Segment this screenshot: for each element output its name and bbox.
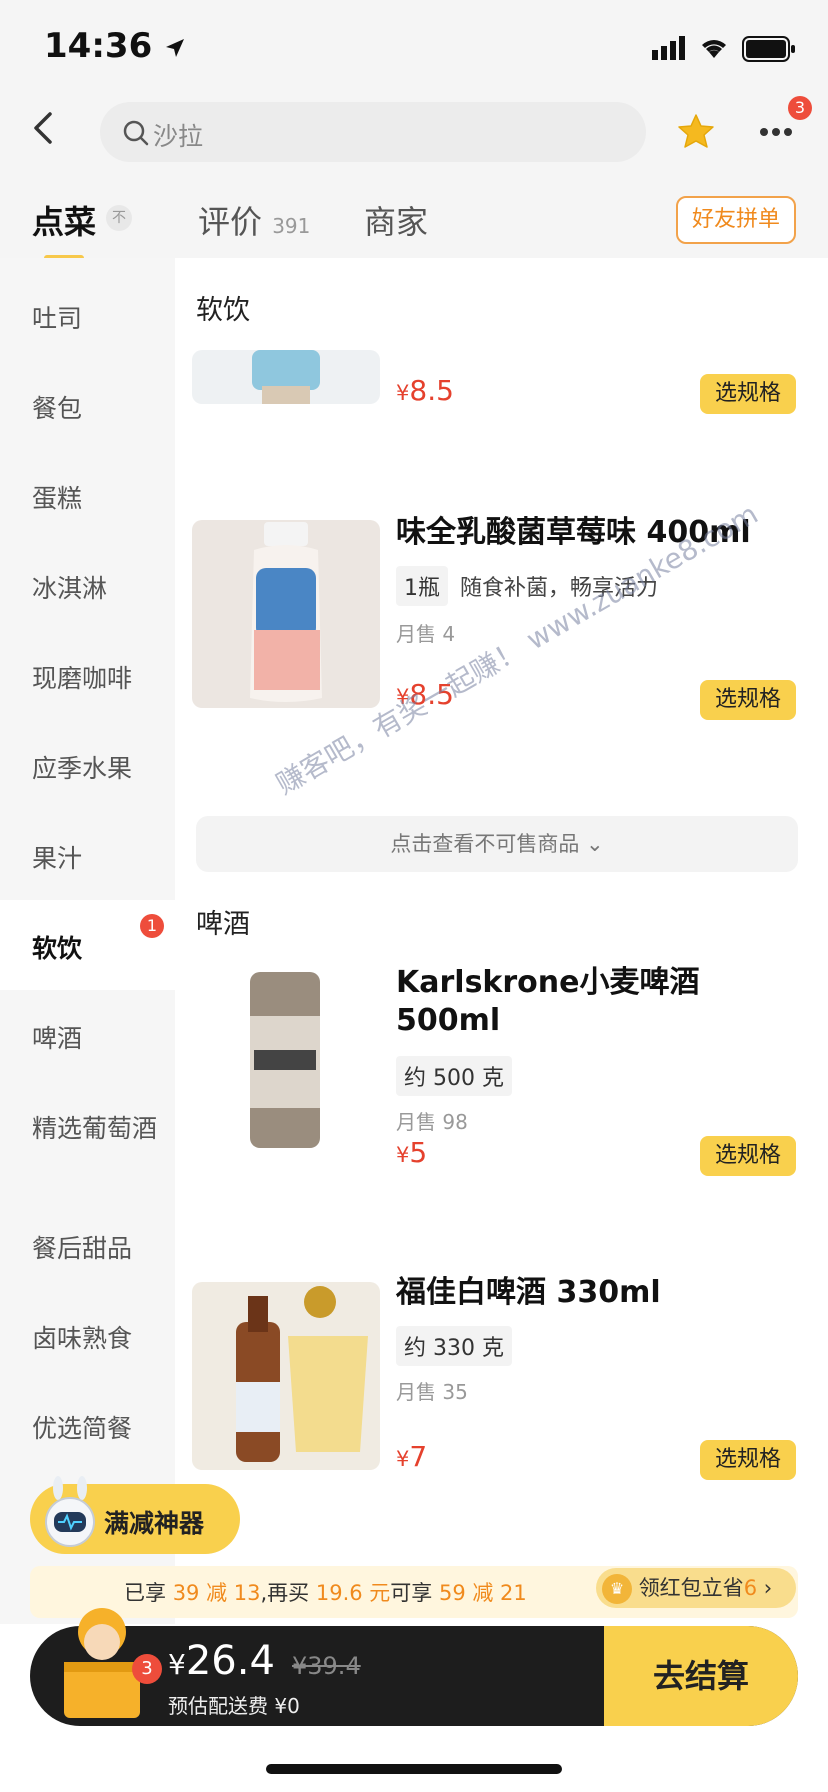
battery-icon xyxy=(742,36,796,66)
product-image[interactable] xyxy=(192,350,380,404)
search-icon xyxy=(122,119,150,151)
tab-order[interactable]: 点菜 xyxy=(32,197,96,243)
product-price: ¥8.5 xyxy=(396,374,454,407)
chevron-right-icon: › xyxy=(763,1576,773,1600)
cart-count-badge: 3 xyxy=(132,1654,162,1684)
product-image[interactable] xyxy=(192,966,380,1154)
product-sold: 月售 35 xyxy=(396,1380,468,1404)
product-tag: 约 500 克 xyxy=(396,1056,512,1096)
tab-merchant[interactable]: 商家 xyxy=(364,197,428,243)
wifi-icon xyxy=(698,36,730,64)
product-name[interactable]: 福佳白啤酒 330ml xyxy=(396,1274,661,1312)
status-time: 14:36 xyxy=(44,26,186,66)
favorite-star-icon[interactable] xyxy=(676,112,716,156)
sidebar-item-bread[interactable]: 餐包 xyxy=(32,392,162,426)
sidebar-softdrink-badge: 1 xyxy=(140,914,164,938)
red-packet-value: 6 xyxy=(743,1576,758,1600)
delivery-fee: 预估配送费 ¥0 xyxy=(168,1694,300,1718)
group-order-button[interactable]: 好友拼单 xyxy=(676,196,796,244)
product-price: ¥7 xyxy=(396,1440,428,1473)
select-spec-button[interactable]: 选规格 xyxy=(700,1136,796,1176)
select-spec-button[interactable]: 选规格 xyxy=(700,1440,796,1480)
red-packet-label: 领红包立省 xyxy=(638,1576,744,1600)
cart-total: ¥26.4 xyxy=(168,1638,275,1684)
chevron-down-icon: ⌄ xyxy=(586,832,604,856)
product-name[interactable]: Karlskrone小麦啤酒 500ml xyxy=(396,964,700,1040)
tab-reviews-label: 评价 xyxy=(198,203,263,241)
sidebar-item-juice[interactable]: 果汁 xyxy=(32,842,162,876)
product-sold: 月售 4 xyxy=(396,622,456,646)
more-badge: 3 xyxy=(788,96,812,120)
sidebar-item-meal[interactable]: 优选简餐 xyxy=(32,1412,162,1446)
more-icon[interactable] xyxy=(756,110,796,154)
product-image[interactable] xyxy=(192,1282,380,1470)
product-sold: 月售 98 xyxy=(396,1110,468,1134)
sidebar-item-softdrink[interactable]: 软饮 xyxy=(32,932,162,966)
sidebar-item-toast[interactable]: 吐司 xyxy=(32,302,162,336)
discount-helper-label: 满减神器 xyxy=(104,1509,205,1538)
robot-mascot-icon xyxy=(40,1476,100,1560)
select-spec-button[interactable]: 选规格 xyxy=(700,374,796,414)
sidebar-item-wine[interactable]: 精选葡萄酒 xyxy=(32,1112,162,1146)
search-placeholder: 沙拉 xyxy=(153,122,204,151)
sidebar-item-coffee[interactable]: 现磨咖啡 xyxy=(32,662,162,696)
crown-icon: ♛ xyxy=(602,1574,632,1604)
savings-text: 已享 39 减 13,再买 19.6 元可享 59 减 21 xyxy=(124,1581,527,1605)
select-spec-button[interactable]: 选规格 xyxy=(700,680,796,720)
sidebar-item-dessert[interactable]: 餐后甜品 xyxy=(32,1232,162,1266)
product-tag: 约 330 克 xyxy=(396,1326,512,1366)
product-image[interactable] xyxy=(192,520,380,708)
back-icon[interactable] xyxy=(24,108,64,148)
sort-icon[interactable]: 不 xyxy=(106,205,132,231)
checkout-button[interactable]: 去结算 xyxy=(604,1626,798,1726)
product-name-line2: 500ml xyxy=(396,1003,501,1038)
section-title-softdrink: 软饮 xyxy=(196,295,250,326)
product-tag: 1瓶 xyxy=(396,566,448,606)
tab-reviews[interactable]: 评价 391 xyxy=(198,197,310,243)
signal-icon xyxy=(652,36,688,64)
sidebar-item-deli[interactable]: 卤味熟食 xyxy=(32,1322,162,1356)
sidebar-item-cake[interactable]: 蛋糕 xyxy=(32,482,162,516)
sidebar-item-beer[interactable]: 啤酒 xyxy=(32,1022,162,1056)
show-unavailable-button[interactable]: 点击查看不可售商品 ⌄ xyxy=(196,816,798,872)
review-count: 391 xyxy=(272,214,311,238)
sidebar-item-fruit[interactable]: 应季水果 xyxy=(32,752,162,786)
cart-original-price: ¥39.4 xyxy=(292,1652,361,1680)
unavailable-label: 点击查看不可售商品 xyxy=(390,832,580,856)
section-title-beer: 啤酒 xyxy=(196,909,250,940)
location-arrow-icon xyxy=(166,38,185,57)
home-indicator xyxy=(266,1764,562,1774)
product-name-line1: Karlskrone小麦啤酒 xyxy=(396,965,700,1000)
sidebar-item-icecream[interactable]: 冰淇淋 xyxy=(32,572,162,606)
red-packet-button[interactable]: ♛ 领红包立省6 › xyxy=(596,1568,796,1608)
product-price: ¥5 xyxy=(396,1136,428,1169)
